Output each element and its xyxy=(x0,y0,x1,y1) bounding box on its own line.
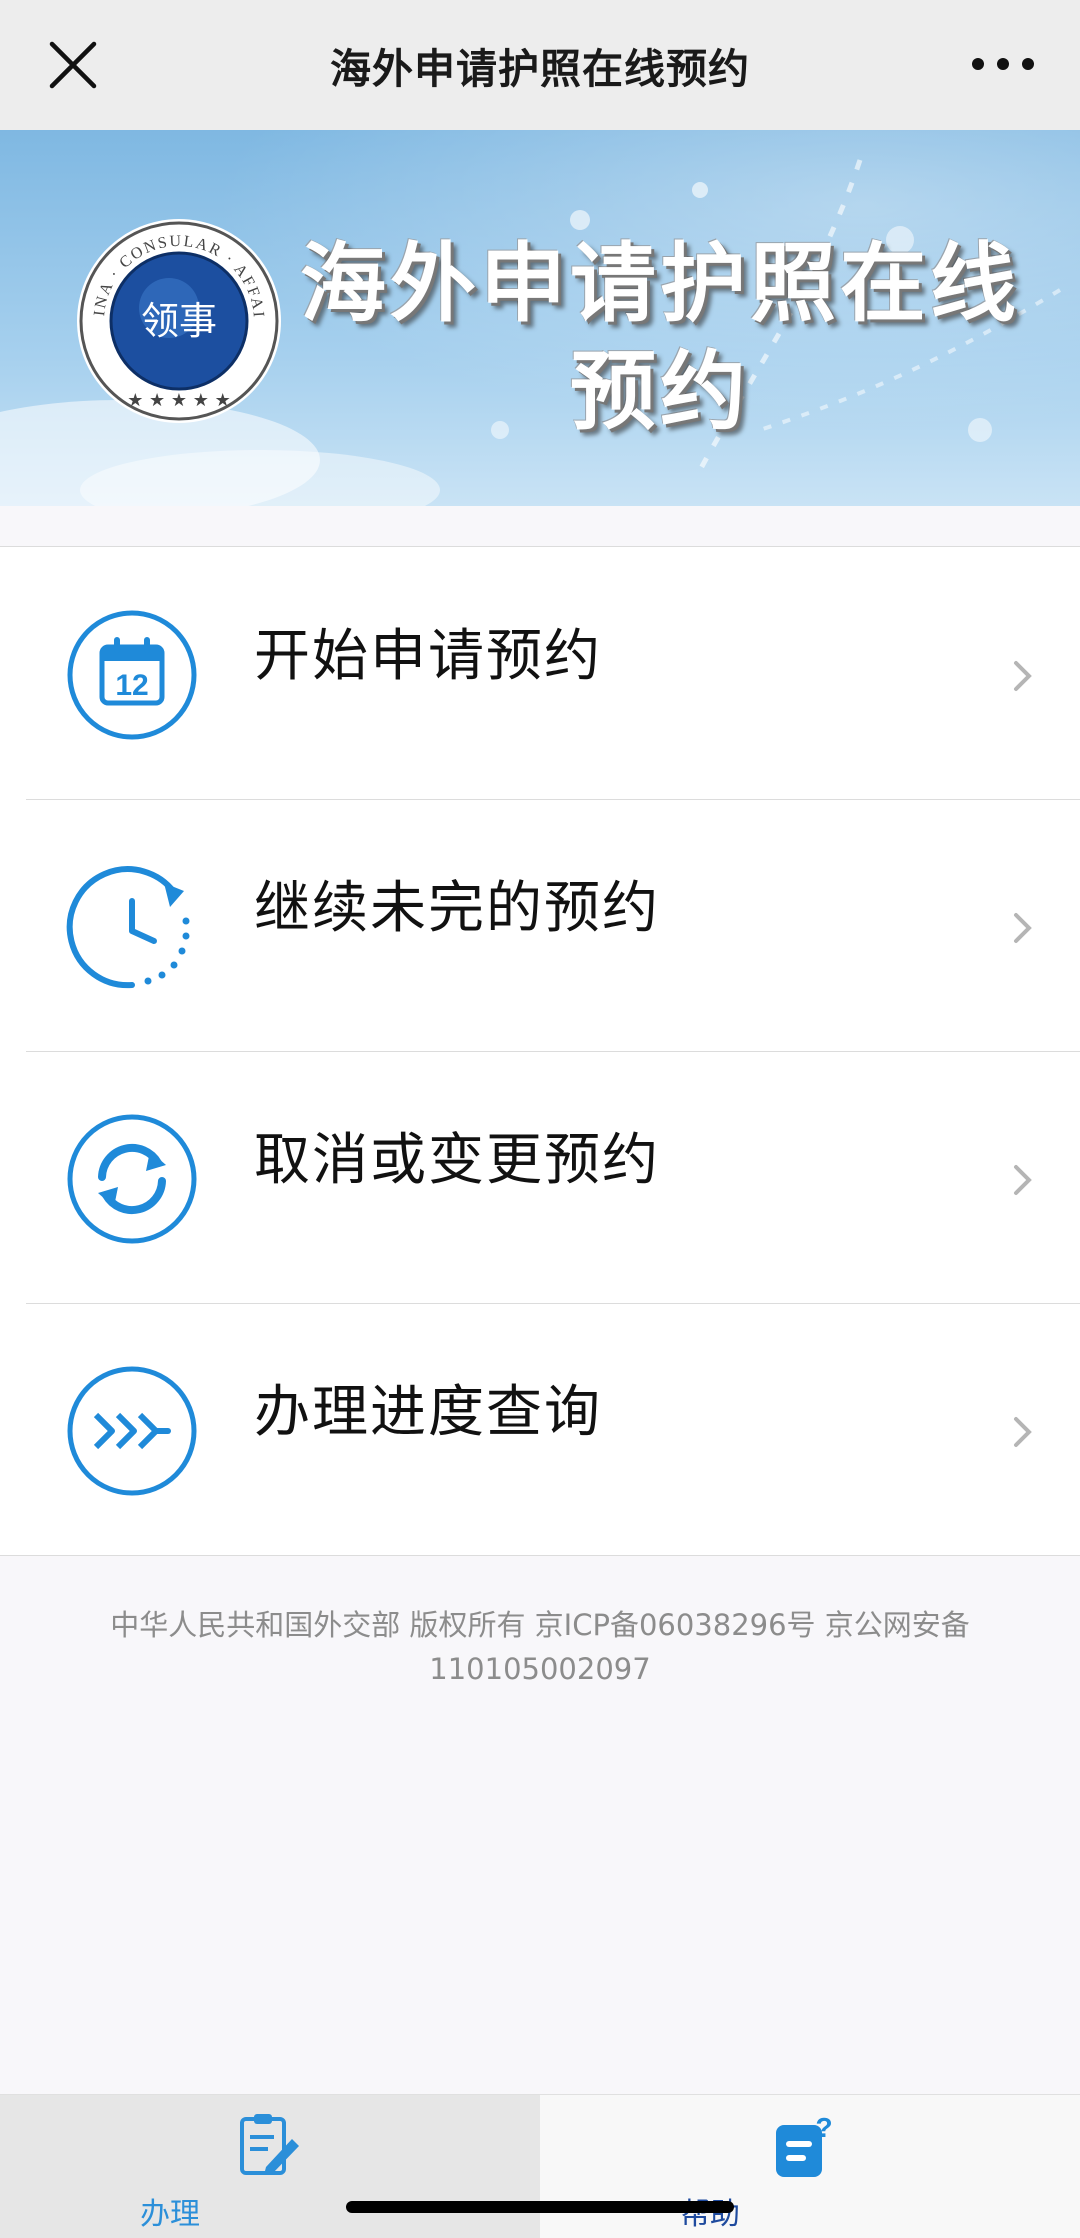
consular-affairs-emblem: 领事 CHINA · CONSULAR · AFFAIRS ★ ★ ★ ★ ★ xyxy=(74,216,281,423)
svg-text:?: ? xyxy=(815,2112,832,2143)
bottom-tab-bar: 办理 ? 帮助 xyxy=(0,2094,1080,2238)
svg-text:★ ★ ★ ★ ★: ★ ★ ★ ★ ★ xyxy=(127,390,231,411)
banner-title-line2: 预约 xyxy=(570,342,750,442)
chevron-right-icon xyxy=(1014,1417,1032,1447)
svg-text:12: 12 xyxy=(115,669,148,702)
calendar-icon: 12 xyxy=(67,610,197,740)
edit-document-icon xyxy=(240,2114,299,2175)
menu-item-label: 取消或变更预约 xyxy=(254,1128,660,1193)
menu-item-label: 开始申请预约 xyxy=(254,624,602,689)
menu-item-label: 继续未完的预约 xyxy=(254,876,660,941)
tab-help[interactable]: ? 帮助 xyxy=(540,2095,1080,2238)
close-icon[interactable] xyxy=(44,36,102,94)
clock-icon xyxy=(66,866,190,989)
banner-title: 海外申请护照在线 预约 xyxy=(300,230,1020,446)
page-title: 海外申请护照在线预约 xyxy=(330,45,750,93)
footer-line-2: 110105002097 xyxy=(429,1652,651,1686)
footer-line-1: 中华人民共和国外交部 版权所有 京ICP备06038296号 京公网安备 xyxy=(110,1608,970,1642)
copyright-footer: 中华人民共和国外交部 版权所有 京ICP备06038296号 京公网安备 110… xyxy=(0,1603,1080,1691)
more-dots-icon[interactable] xyxy=(968,44,1038,84)
menu-item-label: 办理进度查询 xyxy=(254,1380,602,1445)
home-indicator[interactable] xyxy=(346,2201,734,2213)
top-navigation-bar: 海外申请护照在线预约 xyxy=(0,0,1080,130)
chevron-right-icon xyxy=(1014,661,1032,691)
chevron-right-icon xyxy=(1014,1165,1032,1195)
menu-item-start-appointment[interactable]: 12 开始申请预约 xyxy=(0,547,1080,799)
help-document-icon: ? xyxy=(776,2112,833,2177)
page: 海外申请护照在线预约 领事 INA · CONSULAR · AFFAI ★ ★… xyxy=(0,0,1080,2238)
menu-item-progress-query[interactable]: 办理进度查询 xyxy=(0,1303,1080,1555)
menu-item-continue-appointment[interactable]: 继续未完的预约 xyxy=(0,799,1080,1051)
menu-item-cancel-change-appointment[interactable]: 取消或变更预约 xyxy=(0,1051,1080,1303)
action-menu: 12 开始申请预约 继续未完的预约 取消或变更预约 办理进度查询 xyxy=(0,546,1080,1556)
chevron-right-icon xyxy=(1014,913,1032,943)
refresh-icon xyxy=(67,1114,197,1244)
progress-arrows-icon xyxy=(67,1366,197,1496)
svg-text:领事: 领事 xyxy=(141,299,217,343)
banner-title-line1: 海外申请护照在线 xyxy=(300,234,1020,334)
header-banner: 领事 CHINA · CONSULAR · AFFAIRS ★ ★ ★ ★ ★ … xyxy=(0,130,1080,506)
